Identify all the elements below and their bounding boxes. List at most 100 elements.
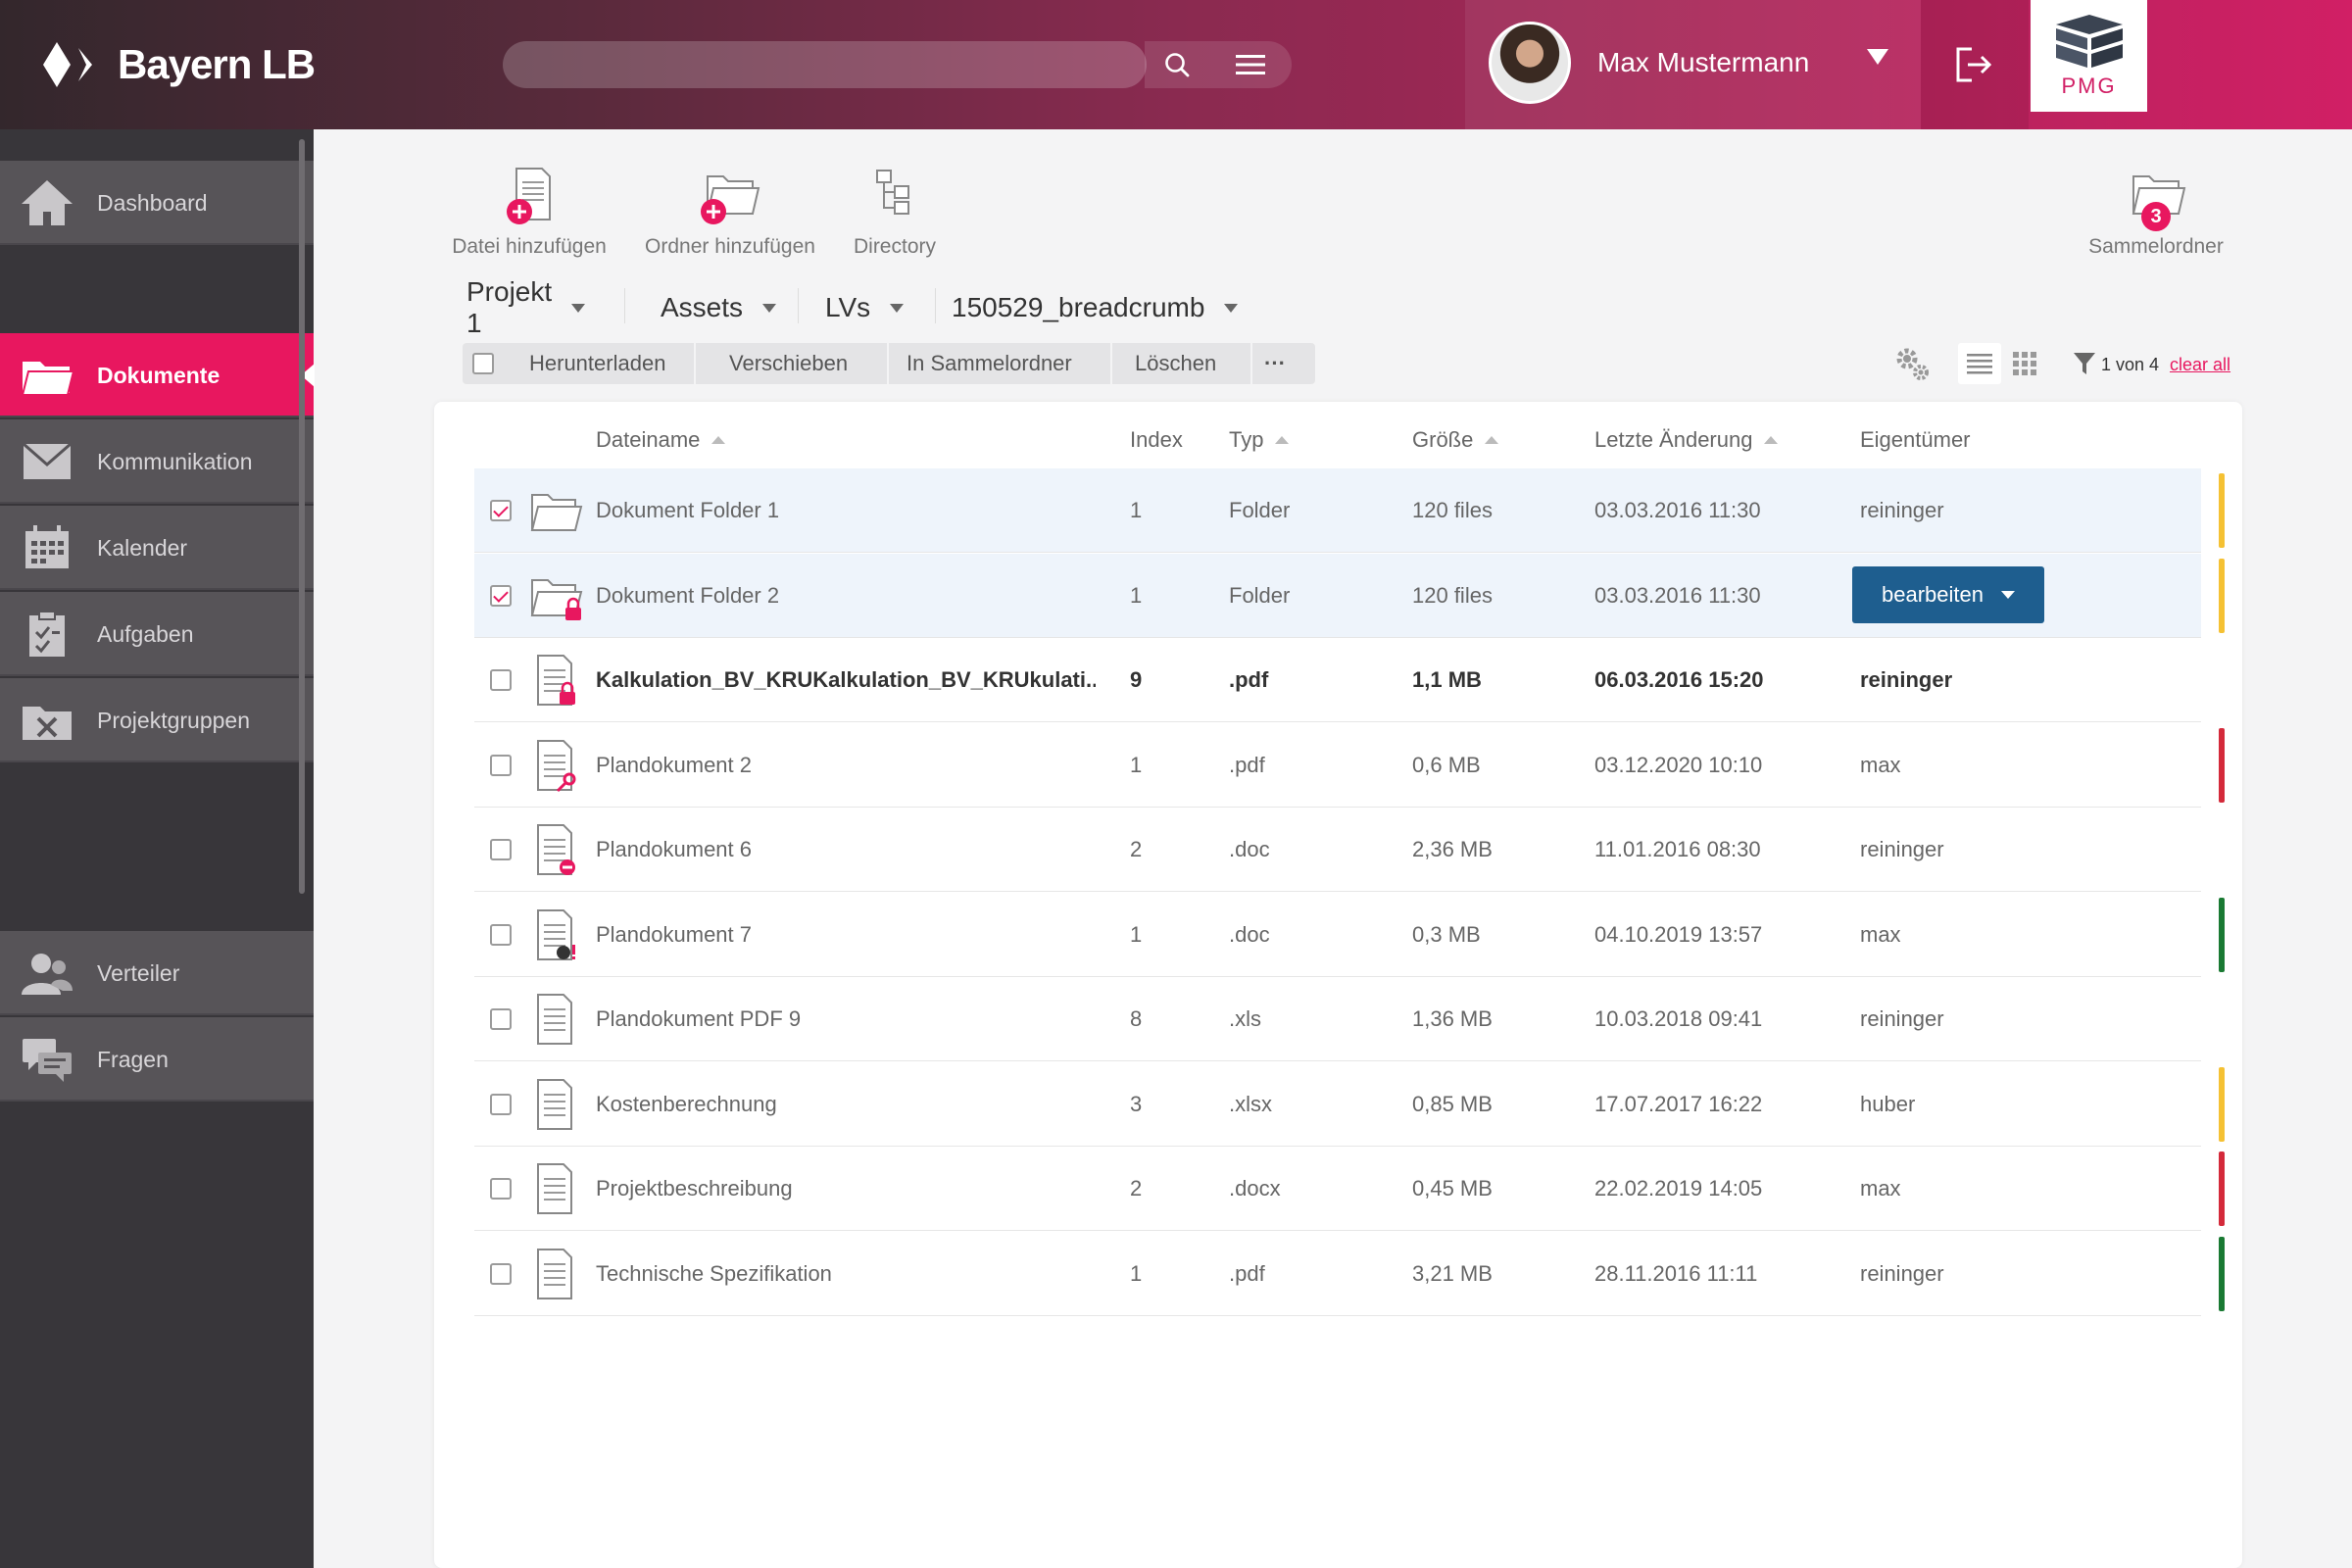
cell-owner: reininger	[1860, 498, 1944, 522]
cell-owner: max	[1860, 1176, 1901, 1200]
cell-name[interactable]: Plandokument PDF 9	[596, 977, 1096, 1061]
column-label: Größe	[1412, 427, 1474, 452]
file-add-icon	[507, 168, 551, 224]
edit-dropdown-button[interactable]: bearbeiten	[1852, 566, 2044, 623]
table-row[interactable]: Plandokument 7 1 .doc 0,3 MB 04.10.2019 13:5…	[474, 893, 2201, 977]
table-row[interactable]: Projektbeschreibung 2 .docx 0,45 MB 22.02.20…	[474, 1147, 2201, 1231]
cell-name[interactable]: Technische Spezifikation	[596, 1232, 1096, 1316]
column-header-index[interactable]: Index	[1130, 427, 1183, 453]
table-row[interactable]: Dokument Folder 1 1 Folder 120 files 03.03.2…	[474, 468, 2201, 553]
row-checkbox[interactable]	[490, 669, 512, 691]
user-name[interactable]: Max Mustermann	[1597, 47, 1809, 78]
sidebar-item-verteiler[interactable]: Verteiler	[0, 931, 314, 1015]
sidebar-item-aufgaben[interactable]: Aufgaben	[0, 592, 314, 676]
table-row[interactable]: Plandokument PDF 9 8 .xls 1,36 MB 10.03.2018…	[474, 977, 2201, 1061]
directory-button[interactable]: Directory	[841, 167, 949, 259]
cell-name[interactable]: Kalkulation_BV_KRUKalkulation_BV_KRUkula…	[596, 638, 1096, 722]
table-row[interactable]: Kalkulation_BV_KRUKalkulation_BV_KRUkula…	[474, 638, 2201, 722]
sidebar-item-label: Dashboard	[97, 190, 208, 216]
logout-button[interactable]	[1921, 0, 2029, 129]
cell-modified: 17.07.2017 16:22	[1594, 1091, 1763, 1116]
add-file-button[interactable]: Datei hinzufügen	[446, 167, 612, 259]
table-row[interactable]: Kostenberechnung 3 .xlsx 0,85 MB 17.07.2017 …	[474, 1062, 2201, 1147]
breadcrumb-item-current[interactable]: 150529_breadcrumb	[952, 286, 1239, 329]
add-folder-label: Ordner hinzufügen	[645, 235, 815, 258]
column-header-size[interactable]: Größe	[1412, 427, 1499, 453]
menu-button[interactable]	[1209, 41, 1292, 88]
cell-name[interactable]: Projektbeschreibung	[596, 1147, 1096, 1231]
cell-size: 0,45 MB	[1412, 1176, 1493, 1200]
cell-name[interactable]: Dokument Folder 2	[596, 554, 1096, 638]
row-checkbox[interactable]	[490, 1008, 512, 1030]
column-header-type[interactable]: Typ	[1229, 427, 1290, 453]
collection-folder-label: Sammelordner	[2088, 235, 2224, 258]
breadcrumb-label: LVs	[825, 292, 871, 322]
sidebar-item-projektgruppen[interactable]: Projektgruppen	[0, 678, 314, 762]
row-checkbox[interactable]	[490, 754, 512, 776]
filter-icon[interactable]	[2074, 353, 2095, 374]
delete-button[interactable]: Löschen	[1135, 343, 1216, 384]
table-row[interactable]: Technische Spezifikation 1 .pdf 3,21 MB 28.1…	[474, 1232, 2201, 1316]
column-header-owner[interactable]: Eigentümer	[1860, 427, 1971, 453]
column-label: Index	[1130, 427, 1183, 452]
status-flag	[2219, 1236, 2225, 1311]
settings-gears-icon[interactable]	[1893, 345, 1931, 382]
grid-view-button[interactable]	[2003, 343, 2046, 384]
sidebar-item-label: Dokumente	[97, 363, 220, 388]
directory-tree-icon	[876, 170, 909, 215]
logout-icon	[1956, 47, 1992, 82]
collection-folder-button[interactable]: 3 Sammelordner	[2078, 167, 2234, 259]
column-header-modified[interactable]: Letzte Änderung	[1594, 427, 1779, 453]
clear-all-link[interactable]: clear all	[2170, 355, 2230, 375]
cell-index: 1	[1130, 921, 1143, 947]
cell-name[interactable]: Plandokument 7	[596, 893, 1096, 977]
sidebar-item-label: Kalender	[97, 535, 188, 561]
sidebar-item-dokumente[interactable]: Dokumente	[0, 333, 315, 417]
breadcrumb-item-projekt[interactable]: Projekt 1	[466, 276, 586, 338]
table-row[interactable]: Plandokument 2 1 .pdf 0,6 MB 03.12.2020 10:1…	[474, 723, 2201, 808]
chevron-down-icon[interactable]	[1867, 49, 1888, 65]
sidebar-scrollbar[interactable]	[299, 139, 305, 894]
row-checkbox[interactable]	[490, 923, 512, 946]
search-bar[interactable]	[503, 41, 1147, 88]
row-checkbox[interactable]	[490, 1262, 512, 1285]
user-menu[interactable]: Max Mustermann	[1465, 0, 1921, 129]
cell-name[interactable]: Dokument Folder 1	[596, 468, 1096, 553]
sidebar-item-label: Fragen	[97, 1047, 169, 1072]
column-label: Typ	[1229, 427, 1264, 452]
row-checkbox[interactable]	[490, 1178, 512, 1200]
search-button[interactable]	[1145, 41, 1209, 88]
search-input[interactable]	[503, 41, 1140, 88]
add-to-collection-button[interactable]: In Sammelordner	[906, 343, 1072, 384]
row-checkbox[interactable]	[490, 1093, 512, 1115]
action-divider	[1250, 343, 1252, 384]
sidebar-item-dashboard[interactable]: Dashboard	[0, 161, 314, 245]
cell-index: 2	[1130, 837, 1143, 861]
cell-name[interactable]: Plandokument 6	[596, 808, 1096, 892]
cell-name[interactable]: Plandokument 2	[596, 723, 1096, 808]
download-button[interactable]: Herunterladen	[529, 343, 665, 384]
row-checkbox[interactable]	[490, 500, 512, 521]
filter-count: 1 von 4	[2101, 355, 2160, 374]
cell-owner: reininger	[1860, 1006, 1944, 1031]
row-checkbox[interactable]	[490, 839, 512, 860]
row-checkbox[interactable]	[490, 584, 512, 607]
column-header-name[interactable]: Dateiname	[596, 427, 726, 453]
caret-down-icon	[890, 303, 905, 313]
table-row[interactable]: Plandokument 6 2 .doc 2,36 MB 11.01.2016 08:…	[474, 808, 2201, 892]
breadcrumb-item-assets[interactable]: Assets	[661, 286, 777, 329]
sidebar-item-fragen[interactable]: Fragen	[0, 1017, 314, 1102]
brand-logo[interactable]: Bayern LB	[43, 37, 316, 92]
cell-name[interactable]: Kostenberechnung	[596, 1062, 1096, 1147]
more-actions-button[interactable]: ···	[1264, 343, 1286, 384]
sidebar-item-kalender[interactable]: Kalender	[0, 506, 314, 590]
select-all-checkbox[interactable]	[472, 343, 494, 384]
list-view-button[interactable]	[1958, 343, 2001, 384]
cell-size: 3,21 MB	[1412, 1260, 1493, 1286]
avatar[interactable]	[1489, 22, 1571, 104]
sidebar-item-kommunikation[interactable]: Kommunikation	[0, 419, 314, 504]
breadcrumb-item-lvs[interactable]: LVs	[825, 286, 905, 329]
status-flag	[2219, 727, 2225, 803]
move-button[interactable]: Verschieben	[729, 343, 848, 384]
add-folder-button[interactable]: Ordner hinzufügen	[637, 167, 823, 259]
